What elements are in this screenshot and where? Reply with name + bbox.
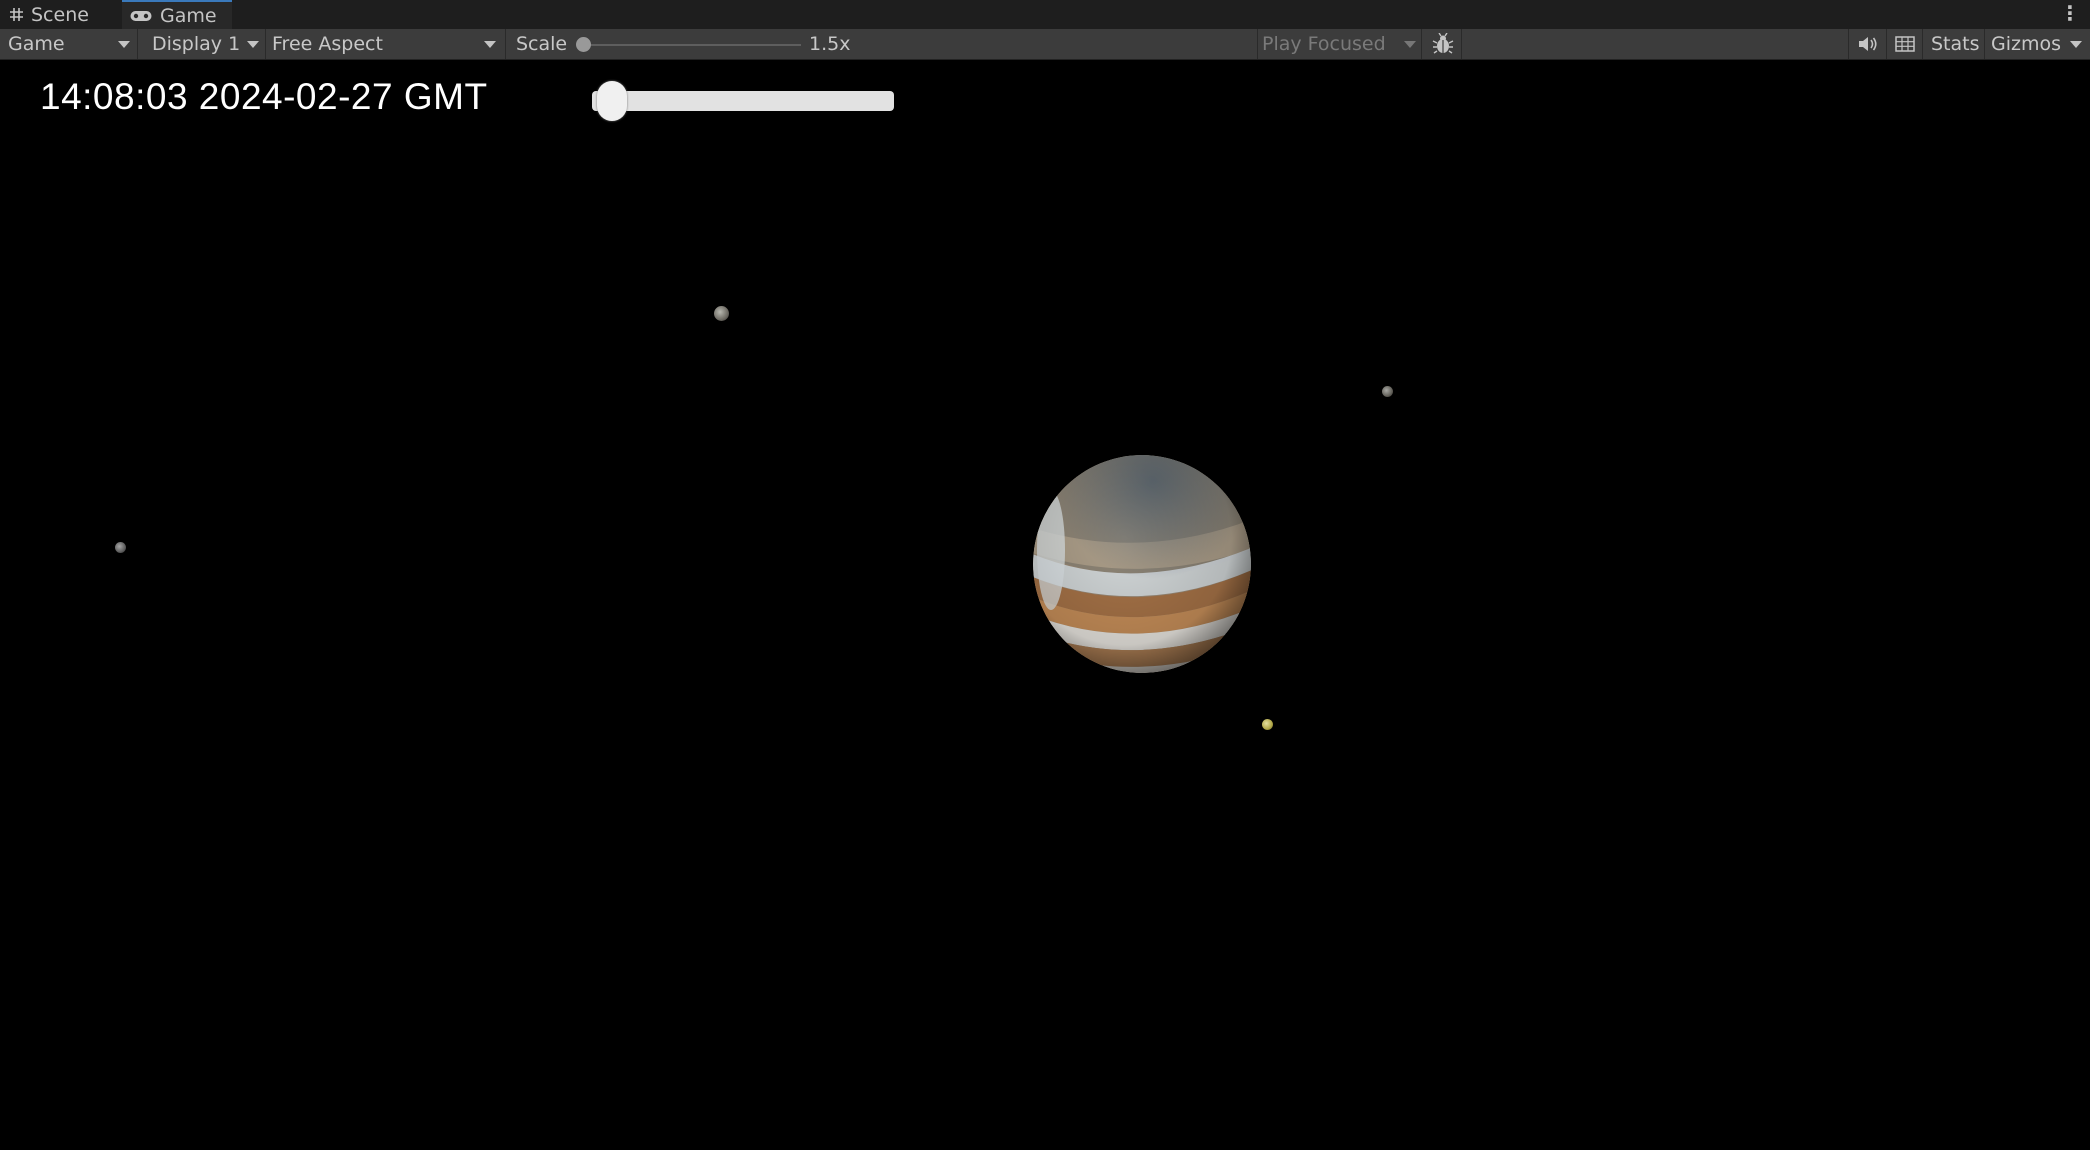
tab-scene-label: Scene [31,3,89,26]
grid-icon [10,8,23,21]
display-value: Display 1 [152,33,241,55]
chevron-down-icon [247,41,259,48]
time-slider-handle[interactable] [597,81,628,121]
time-slider-track[interactable] [592,91,894,111]
divider [1257,29,1258,59]
divider [1848,29,1849,59]
jupiter-planet [1033,455,1251,673]
grid-icon[interactable] [1893,29,1917,59]
scale-value: 1.5x [809,33,851,55]
bug-icon[interactable] [1430,29,1456,59]
divider [1922,29,1923,59]
divider [1421,29,1422,59]
scale-label: Scale [516,33,568,55]
play-mode-dropdown[interactable]: Play Focused [1262,29,1420,59]
moon [1382,386,1393,397]
view-mode-dropdown[interactable]: Game [8,29,136,59]
time-display: 14:08:03 2024-02-27 GMT [40,76,488,117]
divider [505,29,506,59]
aspect-dropdown[interactable]: Free Aspect [272,29,502,59]
scale-slider-handle[interactable] [576,37,591,52]
chevron-down-icon [2070,41,2082,48]
unity-editor-window: Scene Game ⋮ Game Display 1 Free Aspect … [0,0,2090,1150]
moon [115,542,126,553]
chevron-down-icon [1404,41,1416,48]
speaker-icon[interactable] [1856,29,1880,59]
game-viewport[interactable]: 14:08:03 2024-02-27 GMT [0,60,2090,1150]
game-view-toolbar: Game Display 1 Free Aspect Scale 1.5x Pl… [0,29,2090,60]
more-options-icon[interactable]: ⋮ [2060,2,2080,26]
stats-button[interactable]: Stats [1931,29,1980,59]
tab-bar: Scene Game ⋮ [0,0,2090,29]
aspect-value: Free Aspect [272,33,383,55]
tab-game-label: Game [160,4,217,27]
gamepad-icon [130,10,152,22]
scale-slider-track[interactable] [583,44,801,46]
view-mode-value: Game [8,33,65,55]
tab-scene[interactable]: Scene [10,0,120,29]
moon [1262,719,1273,730]
divider [1886,29,1887,59]
divider [1984,29,1985,59]
divider [265,29,266,59]
display-dropdown[interactable]: Display 1 [152,29,262,59]
gizmos-label: Gizmos [1991,33,2062,55]
tab-game[interactable]: Game [122,0,232,29]
play-mode-value: Play Focused [1262,33,1386,55]
divider [137,29,138,59]
gizmos-dropdown[interactable]: Gizmos [1991,29,2085,59]
moon [714,306,729,321]
chevron-down-icon [484,41,496,48]
chevron-down-icon [118,41,130,48]
divider [1461,29,1462,59]
